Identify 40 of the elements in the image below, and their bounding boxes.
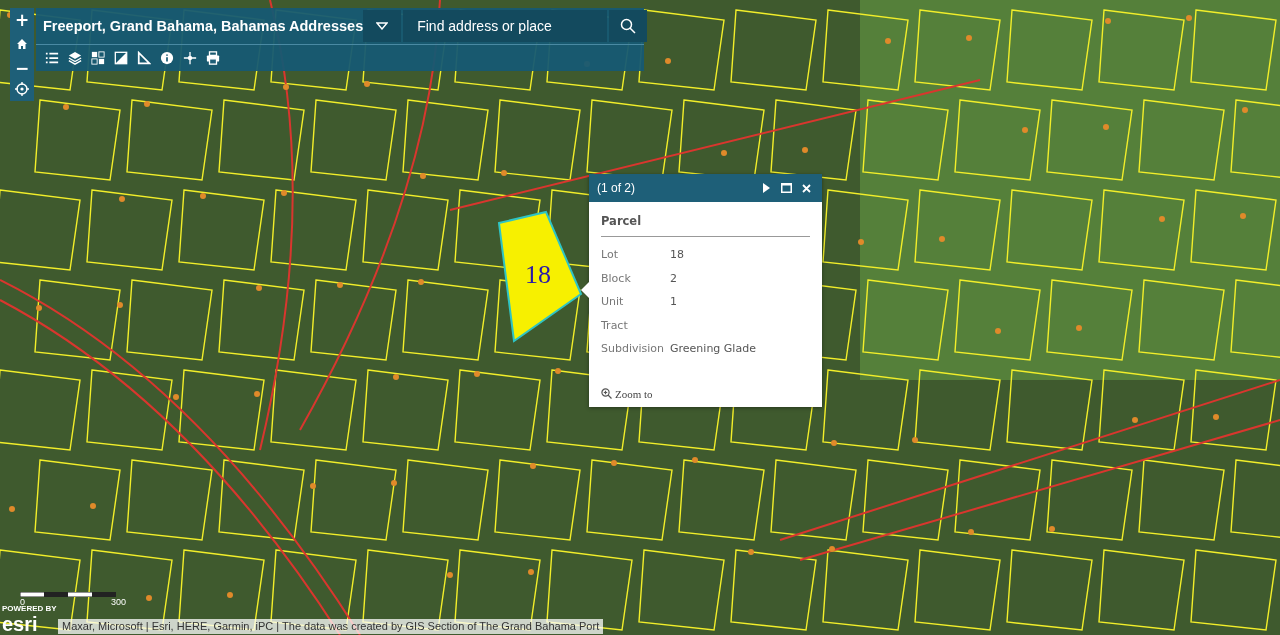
field-value: 1 [670, 294, 679, 310]
arrows-icon [182, 51, 197, 65]
printer-icon [205, 51, 220, 65]
layers-icon [67, 51, 82, 65]
app-title: Freeport, Grand Bahama, Bahamas Addresses [42, 18, 364, 34]
selected-parcel-shape[interactable] [497, 210, 583, 343]
search-source-dropdown[interactable] [363, 10, 402, 42]
half-square-icon [113, 51, 128, 65]
field-label: Unit [601, 294, 625, 310]
scale-label: 300 [110, 597, 126, 607]
attribution-text: Maxar, Microsoft | Esri, HERE, Garmin, iPC | The data was created by GIS Section of The Grand Bahama Port [58, 619, 604, 634]
close-icon [801, 183, 811, 193]
list-icon [44, 51, 59, 65]
zoom-in-icon [601, 388, 612, 399]
field-label: Block [601, 270, 632, 287]
basemap-tool-button[interactable] [88, 48, 107, 68]
home-icon [16, 38, 28, 50]
popup-title: Parcel [601, 214, 810, 237]
field-value: Greening Glade [670, 341, 757, 357]
info-icon [159, 51, 174, 65]
search-button[interactable] [609, 10, 648, 42]
caret-icon [376, 22, 389, 30]
field-label: Lot [601, 247, 619, 263]
field-value: 18 [670, 247, 686, 263]
scale-label: 0 [20, 597, 25, 607]
field-value: 2 [670, 270, 679, 287]
grid-icon [90, 51, 105, 65]
search-field[interactable]: Find address or place [403, 10, 608, 42]
field-label: Subdivision [601, 341, 665, 357]
crosshair-icon [15, 82, 29, 96]
play-arrow-icon [762, 183, 770, 193]
popup-counter: (1 of 2) [597, 181, 635, 195]
logo-caption: POWERED BY [2, 604, 57, 613]
field-label: Tract [601, 317, 629, 334]
search-icon [620, 18, 637, 34]
locate-button[interactable] [10, 77, 34, 101]
triangle-ruler-icon [136, 51, 151, 65]
zoom-to-link[interactable]: Zoom to [601, 387, 653, 400]
maximize-icon [780, 183, 792, 193]
parcel-label: 18 [525, 260, 551, 290]
